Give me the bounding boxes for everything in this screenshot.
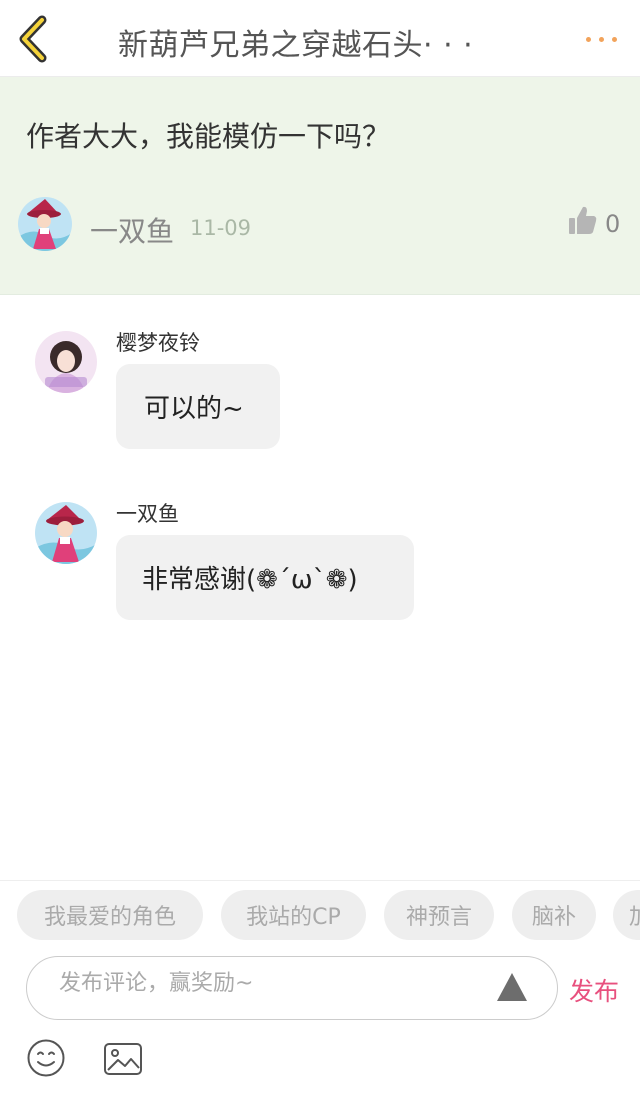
emoji-button[interactable]	[26, 1038, 66, 1078]
more-button[interactable]	[580, 22, 624, 56]
like-count: 0	[605, 210, 621, 238]
quick-tags: 我最爱的角色 我站的CP 神预言 脑补 加	[0, 880, 640, 946]
page-title: 新葫芦兄弟之穿越石头· · ·	[118, 28, 474, 63]
comment-date: 11-09	[190, 216, 252, 240]
avatar[interactable]	[35, 502, 97, 564]
reply-author[interactable]: 樱梦夜铃	[116, 327, 200, 357]
avatar[interactable]	[35, 331, 97, 393]
top-bar: 新葫芦兄弟之穿越石头· · ·	[0, 0, 640, 77]
chevron-left-icon	[19, 15, 47, 63]
send-toggle-button[interactable]	[495, 971, 529, 1003]
reply-bubble: 可以的~	[116, 364, 280, 449]
tag-chip[interactable]: 加	[613, 890, 640, 940]
publish-button[interactable]: 发布	[569, 972, 619, 1008]
tag-chip[interactable]: 我最爱的角色	[17, 890, 203, 940]
thumb-up-icon	[569, 206, 597, 234]
tag-chip[interactable]: 我站的CP	[221, 890, 366, 940]
image-icon	[104, 1043, 142, 1075]
comment-input[interactable]	[59, 971, 479, 996]
reply-author[interactable]: 一双鱼	[116, 498, 179, 528]
image-button[interactable]	[103, 1041, 143, 1077]
avatar[interactable]	[18, 197, 72, 251]
comment-input-box	[26, 956, 558, 1020]
tag-chip[interactable]: 脑补	[512, 890, 596, 940]
triangle-icon	[497, 973, 527, 1001]
back-button[interactable]	[14, 14, 54, 64]
reply-text: 可以的~	[144, 394, 244, 424]
like-button[interactable]	[568, 205, 598, 237]
reply-bubble: 非常感谢(❁´ω`❁)	[116, 535, 414, 620]
comment-text: 作者大大，我能模仿一下吗？	[26, 120, 391, 153]
reply-text: 非常感谢(❁´ω`❁)	[142, 565, 358, 595]
original-comment: 作者大大，我能模仿一下吗？ 一双鱼 11-09 0	[0, 77, 640, 295]
comment-author[interactable]: 一双鱼	[90, 210, 174, 250]
tag-chip[interactable]: 神预言	[384, 890, 494, 940]
smiley-icon	[27, 1039, 65, 1077]
